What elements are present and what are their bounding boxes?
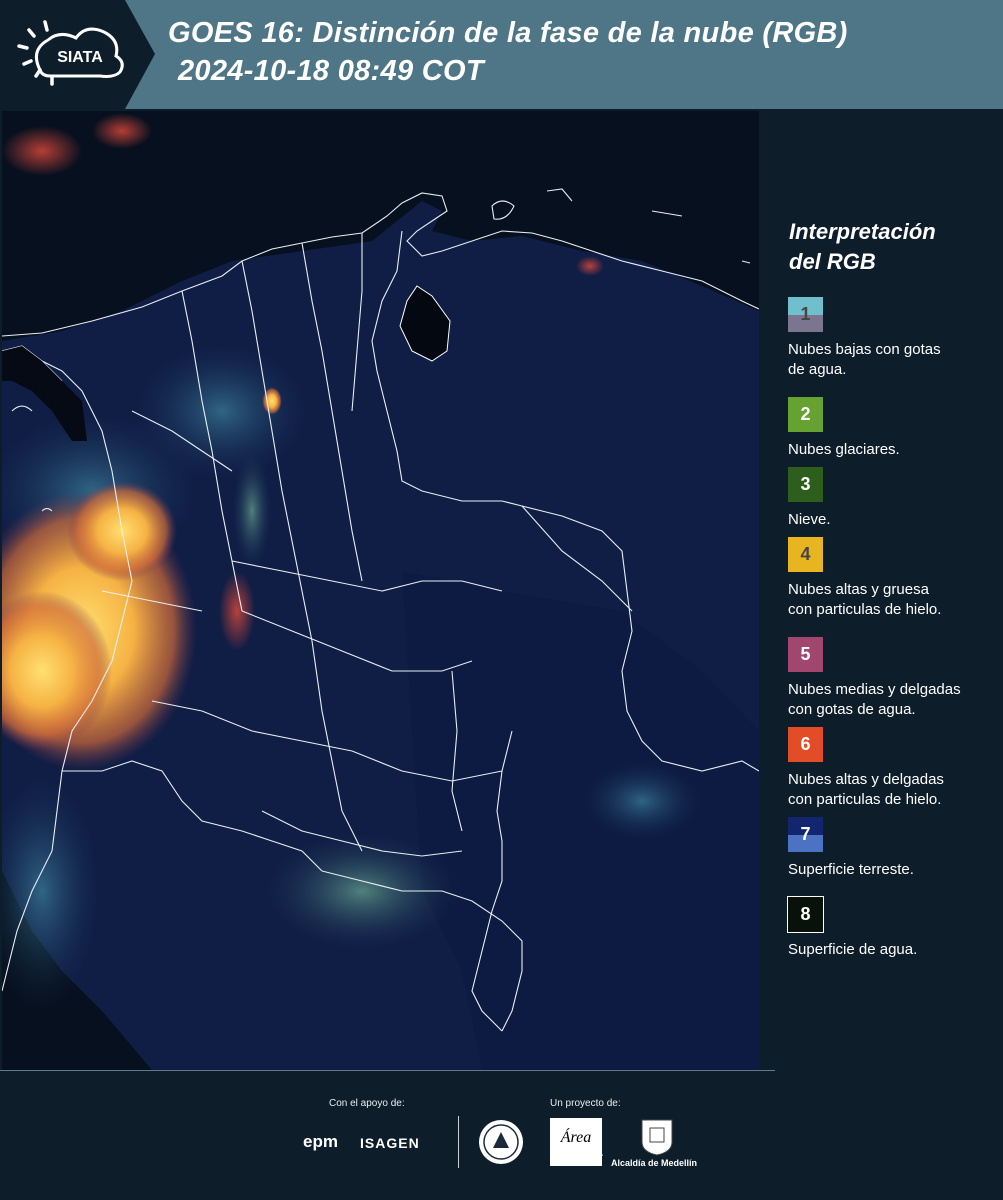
legend-label-line: Nieve. xyxy=(788,511,831,528)
footer-vertical-divider xyxy=(458,1116,459,1168)
legend-number: 2 xyxy=(800,404,811,424)
legend-swatch-1: 1 xyxy=(788,297,823,332)
legend-number: 8 xyxy=(800,904,811,924)
support-label: Con el apoyo de: xyxy=(329,1098,405,1109)
legend-label: Nubes altas y delgadas con particulas de … xyxy=(788,770,998,810)
timestamp: 2024-10-18 08:49 COT xyxy=(178,55,484,87)
legend-label-line: Nubes bajas con gotas xyxy=(788,341,941,358)
legend-swatch-8: 8 xyxy=(787,896,824,933)
satellite-map xyxy=(2,111,759,1070)
legend-label-line: Nubes altas y gruesa xyxy=(788,581,929,598)
page-title: GOES 16: Distinción de la fase de la nub… xyxy=(168,17,848,49)
legend-item-7: 7 Superficie terreste. xyxy=(788,817,998,880)
legend-number: 1 xyxy=(800,304,811,324)
legend-label-line: con particulas de hielo. xyxy=(788,791,942,808)
header-bar: SIATA GOES 16: Distinción de la fase de … xyxy=(0,0,1003,109)
svg-text:SIATA: SIATA xyxy=(57,49,103,66)
legend-label-line: Superficie terreste. xyxy=(788,861,914,878)
legend-label: Superficie terreste. xyxy=(788,860,998,880)
legend-label: Nieve. xyxy=(788,510,998,530)
alcaldia-label: Alcaldía de Medellín xyxy=(611,1158,698,1168)
alcaldia-shield-icon xyxy=(641,1119,673,1156)
legend-swatch-2: 2 xyxy=(788,397,823,432)
legend-label-line: Superficie de agua. xyxy=(788,941,918,958)
legend-number: 5 xyxy=(800,644,811,664)
legend-label: Nubes bajas con gotas de agua. xyxy=(788,340,998,380)
footer-divider xyxy=(0,1070,775,1071)
legend-label-line: Nubes medias y delgadas xyxy=(788,681,961,698)
legend-label-line: con particulas de hielo. xyxy=(788,601,942,618)
legend-number: 4 xyxy=(800,544,811,564)
legend-label: Nubes glaciares. xyxy=(788,440,998,460)
legend-item-3: 3 Nieve. xyxy=(788,467,998,530)
footer: Con el apoyo de: Un proyecto de: epm ISA… xyxy=(0,1070,1003,1200)
legend-number: 7 xyxy=(800,824,811,844)
legend-item-2: 2 Nubes glaciares. xyxy=(788,397,998,460)
legend-number: 3 xyxy=(800,474,811,494)
legend-label-line: Nubes altas y delgadas xyxy=(788,771,944,788)
legend-swatch-3: 3 xyxy=(788,467,823,502)
legend-title: Interpretación del RGB xyxy=(789,219,936,274)
epm-logo: epm xyxy=(303,1132,338,1151)
area-metropolitana-label: METROPOLITANA Valle de Aburrá xyxy=(552,1152,603,1164)
project-label: Un proyecto de: xyxy=(550,1098,621,1109)
isagen-logo: ISAGEN xyxy=(360,1135,420,1151)
legend-label: Nubes medias y delgadas con gotas de agua… xyxy=(788,680,998,720)
legend-label-line: de agua. xyxy=(788,361,847,378)
legend-item-5: 5 Nubes medias y delgadas con gotas de agu… xyxy=(788,637,998,720)
legend-label-line: Nubes glaciares. xyxy=(788,441,900,458)
legend-item-1: 1 Nubes bajas con gotas de agua. xyxy=(788,297,998,380)
legend-panel: Interpretación del RGB 1 Nubes bajas con … xyxy=(762,111,1003,1070)
legend-label-line: con gotas de agua. xyxy=(788,701,916,718)
legend-label: Superficie de agua. xyxy=(788,940,998,960)
legend-number: 6 xyxy=(800,734,811,754)
legend-swatch-7: 7 xyxy=(788,817,823,852)
legend-item-6: 6 Nubes altas y delgadas con particulas de… xyxy=(788,727,998,810)
legend-label: Nubes altas y gruesa con particulas de hi… xyxy=(788,580,998,620)
legend-swatch-5: 5 xyxy=(788,637,823,672)
legend-swatch-6: 6 xyxy=(788,727,823,762)
legend-item-4: 4 Nubes altas y gruesa con particulas de h… xyxy=(788,537,998,620)
legend-item-8: 8 Superficie de agua. xyxy=(787,896,998,960)
siata-logo: SIATA xyxy=(0,0,155,109)
siata-seal-icon xyxy=(479,1120,523,1164)
svg-text:Área: Área xyxy=(560,1127,592,1146)
legend-swatch-4: 4 xyxy=(788,537,823,572)
